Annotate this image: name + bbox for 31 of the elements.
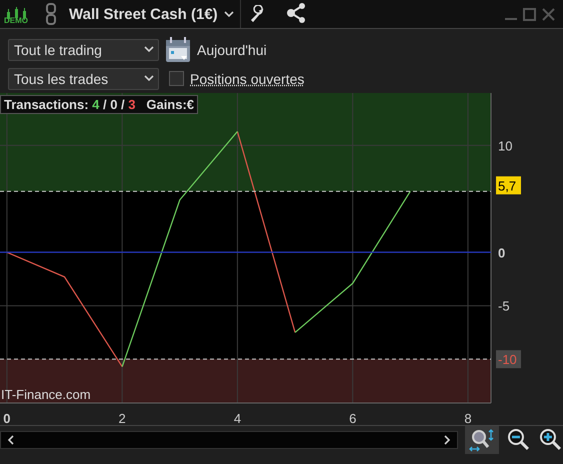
- caret-icon[interactable]: [224, 10, 234, 18]
- x-tick-label: 6: [349, 411, 356, 426]
- caret-icon[interactable]: [144, 46, 154, 53]
- x-tick-label: 4: [234, 411, 242, 426]
- date-label[interactable]: Aujourd'hui: [197, 42, 267, 58]
- lower-limit-badge: -10: [496, 350, 521, 368]
- caret-icon[interactable]: [144, 75, 154, 82]
- scroll-right-icon[interactable]: [443, 435, 452, 445]
- open-positions-checkbox[interactable]: [169, 71, 184, 86]
- watermark-text: IT-Finance.com: [1, 387, 91, 402]
- y-tick-label: 0: [498, 245, 506, 260]
- trades-dropdown[interactable]: Tous les trades: [8, 68, 159, 90]
- maximize-icon[interactable]: [523, 8, 536, 20]
- window-title[interactable]: Wall Street Cash (1€): [69, 6, 218, 22]
- close-icon[interactable]: [542, 8, 555, 20]
- y-tick-label: -5: [498, 298, 510, 314]
- link-icon[interactable]: [45, 3, 57, 25]
- last-value-badge: 5,7: [496, 176, 521, 194]
- transactions-summary: Transactions: 4 / 0 / 3 Gains:€: [0, 95, 198, 114]
- horizontal-scrollbar[interactable]: [0, 431, 458, 449]
- scroll-left-icon[interactable]: [7, 435, 15, 445]
- auto-zoom-button[interactable]: [465, 426, 500, 454]
- open-positions-label[interactable]: Positions ouvertes: [190, 70, 304, 86]
- x-tick-label: 8: [464, 411, 472, 426]
- zoom-out-icon[interactable]: [507, 428, 532, 452]
- x-tick-label: 0: [3, 411, 11, 426]
- y-tick-label: 10: [498, 138, 512, 154]
- x-tick-label: 2: [118, 411, 126, 426]
- scope-dropdown[interactable]: Tout le trading: [8, 38, 159, 60]
- zoom-in-icon[interactable]: [539, 428, 563, 452]
- calendar-icon[interactable]: [165, 36, 191, 62]
